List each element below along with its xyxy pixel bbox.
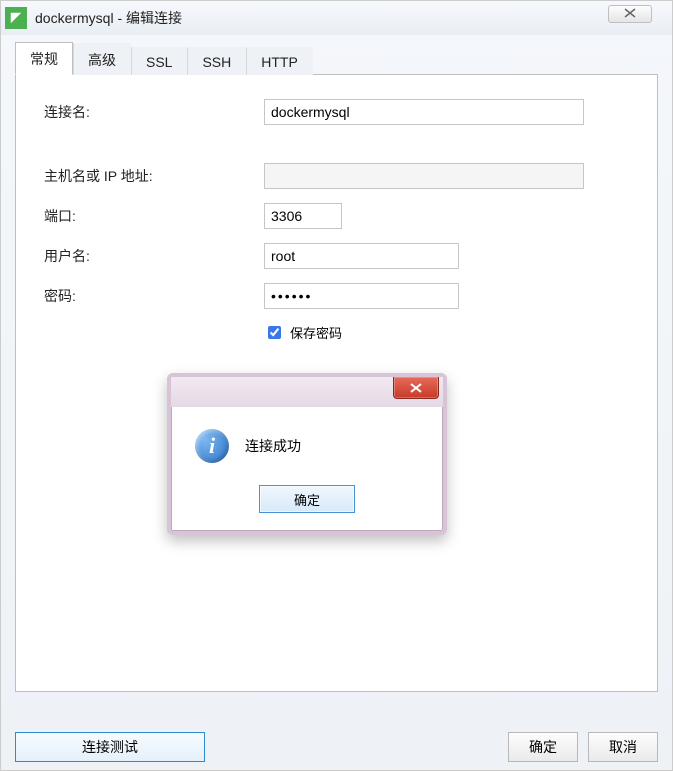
window-close-button[interactable] — [608, 5, 652, 23]
host-input[interactable] — [264, 163, 584, 189]
ok-button[interactable]: 确定 — [508, 732, 578, 762]
test-connection-button[interactable]: 连接测试 — [15, 732, 205, 762]
username-label: 用户名: — [44, 246, 264, 266]
save-password-checkbox[interactable] — [268, 326, 281, 339]
port-input[interactable] — [264, 203, 342, 229]
tab-ssh[interactable]: SSH — [187, 47, 246, 75]
connection-name-input[interactable] — [264, 99, 584, 125]
password-input[interactable] — [264, 283, 459, 309]
tab-ssl[interactable]: SSL — [131, 47, 187, 75]
edit-connection-window: dockermysql - 编辑连接 常规 高级 SSL SSH HTTP 连接… — [0, 0, 673, 771]
info-icon: i — [195, 429, 229, 463]
dialog-close-button[interactable] — [393, 377, 439, 399]
port-label: 端口: — [44, 206, 264, 226]
password-label: 密码: — [44, 286, 264, 306]
tab-general[interactable]: 常规 — [15, 42, 73, 75]
username-input[interactable] — [264, 243, 459, 269]
footer-bar: 连接测试 确定 取消 — [15, 732, 658, 762]
cancel-button[interactable]: 取消 — [588, 732, 658, 762]
tab-advanced[interactable]: 高级 — [73, 43, 131, 75]
dialog-body: i 连接成功 — [171, 407, 443, 477]
tab-http[interactable]: HTTP — [246, 47, 313, 75]
dialog-message: 连接成功 — [245, 436, 301, 456]
client-area: 常规 高级 SSL SSH HTTP 连接名: 主机名或 IP 地址: 端口: … — [1, 35, 672, 702]
dialog-footer: 确定 — [171, 477, 443, 531]
dialog-ok-button[interactable]: 确定 — [259, 485, 355, 513]
dialog-titlebar — [171, 377, 443, 407]
titlebar: dockermysql - 编辑连接 — [1, 1, 672, 35]
window-title: dockermysql - 编辑连接 — [35, 8, 182, 28]
tab-bar: 常规 高级 SSL SSH HTTP — [15, 45, 658, 75]
save-password-label: 保存密码 — [290, 323, 342, 342]
connection-name-label: 连接名: — [44, 102, 264, 122]
app-icon — [5, 7, 27, 29]
message-dialog: i 连接成功 确定 — [167, 373, 447, 535]
host-label: 主机名或 IP 地址: — [44, 166, 264, 186]
